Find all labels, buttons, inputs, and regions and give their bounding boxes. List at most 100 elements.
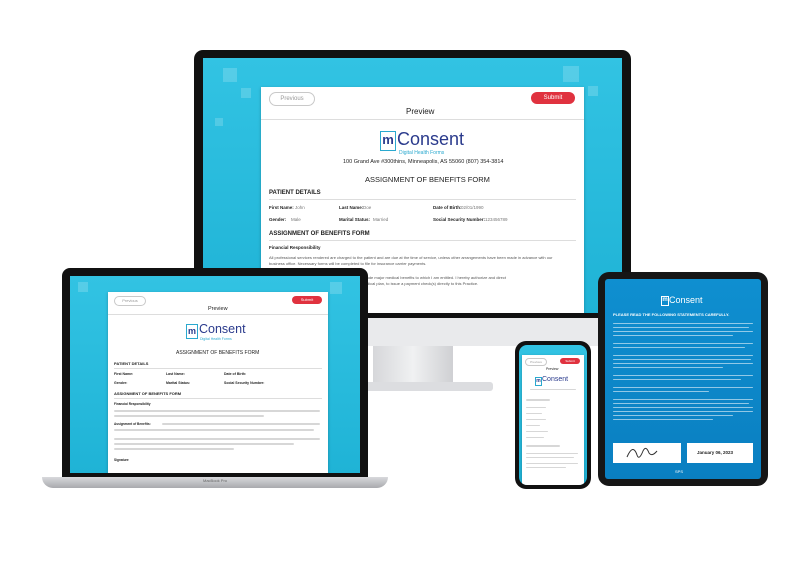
submit-button[interactable]: Submit: [531, 92, 575, 104]
divider: [114, 368, 322, 369]
preview-title: Preview: [406, 107, 435, 116]
text-line: [613, 419, 713, 420]
monitor-stand: [373, 346, 453, 382]
text-line: [114, 429, 314, 431]
divider: [269, 199, 576, 200]
previous-button[interactable]: Previous: [114, 296, 146, 306]
logo-text: Consent: [542, 376, 569, 383]
text-line: [526, 431, 548, 432]
logo-tagline: Digital Health Forms: [399, 150, 445, 156]
text-line: [114, 443, 294, 445]
preview-title: Preview: [208, 306, 228, 312]
previous-button[interactable]: Previous: [525, 358, 547, 366]
divider: [269, 240, 576, 241]
laptop-screen: Previous Submit Preview m Consent Digita…: [70, 276, 360, 473]
marital-label: Marital Status:: [166, 381, 191, 385]
text-line: [526, 457, 574, 458]
signature-box[interactable]: [613, 443, 681, 463]
text-line: [526, 437, 544, 438]
submit-button[interactable]: Submit: [560, 358, 580, 364]
laptop-brand: MacBook Pro: [202, 478, 227, 483]
text-line: [526, 467, 566, 468]
text-line: [613, 335, 733, 336]
form-title: ASSIGNMENT OF BENEFITS FORM: [176, 350, 260, 356]
text-line: [613, 379, 741, 380]
section-assignment: ASSIGNMENT OF BENEFITS FORM: [114, 391, 182, 396]
last-name-label: Last Name:: [339, 205, 364, 210]
dob-label: Date of Birth:: [224, 372, 247, 376]
text-line: [526, 419, 546, 420]
mconsent-logo-icon: m: [661, 296, 669, 306]
submit-button[interactable]: Submit: [292, 296, 322, 304]
text-line: [526, 425, 540, 426]
financial-heading: Financial Responsibility: [269, 245, 321, 250]
gender-label: Gender:: [269, 217, 287, 222]
text-line: [526, 463, 578, 464]
financial-text: All professional services rendered are c…: [269, 255, 553, 260]
gender-label: Gender:: [114, 381, 128, 385]
dob-value: 02/01/1990: [461, 205, 484, 210]
ssn-label: Social Security Number:: [433, 217, 486, 222]
last-name-label: Last Name:: [166, 372, 185, 376]
logo-text: Consent: [669, 295, 703, 305]
divider: [261, 119, 584, 120]
text-line: [613, 363, 753, 364]
marital-value: Married: [373, 217, 389, 222]
signature-icon: [626, 447, 658, 458]
logo-text: Consent: [397, 129, 465, 149]
mconsent-logo-icon: m: [535, 377, 542, 386]
text-line: [162, 423, 320, 425]
text-line: [526, 453, 578, 454]
address: 100 Grand Ave #300thins, Minneapolis, AS…: [343, 159, 504, 165]
text-line: [613, 367, 723, 368]
previous-button[interactable]: Previous: [269, 92, 315, 106]
text-line: [613, 347, 745, 348]
text-line: [526, 413, 542, 414]
text-line: [613, 399, 753, 400]
mconsent-logo-icon: m: [186, 324, 198, 339]
first-name-label: First Name:: [269, 205, 294, 210]
text-line: [114, 438, 320, 440]
section-assignment: ASSIGNMENT OF BENEFITS FORM: [269, 231, 370, 237]
section-patient-details: PATIENT DETAILS: [269, 190, 321, 196]
last-name-value: Doe: [363, 205, 372, 210]
tablet-heading: PLEASE READ THE FOLLOWING STATEMENTS CAR…: [613, 312, 730, 317]
marital-label: Marital Status:: [339, 217, 371, 222]
financial-text-2: business office. Necessary forms will be…: [269, 261, 427, 266]
text-line: [613, 359, 751, 360]
mconsent-logo-icon: m: [380, 131, 396, 151]
section-patient-details: PATIENT DETAILS: [114, 361, 149, 366]
text-line: [526, 399, 550, 401]
text-line: [613, 415, 733, 416]
financial-heading: Financial Responsibility: [114, 402, 151, 406]
text-line: [613, 375, 753, 376]
tablet-footer-brand: SPS: [675, 469, 684, 474]
text-line: [613, 407, 753, 408]
logo-text: Consent: [199, 322, 246, 336]
gender-value: Male: [291, 217, 301, 222]
text-line: [613, 387, 753, 388]
dob-label: Date of Birth:: [433, 205, 462, 210]
phone-screen: Previous Submit Preview m Consent: [519, 345, 587, 485]
text-line: [526, 445, 560, 447]
text-line: [613, 411, 753, 412]
form-title: ASSIGNMENT OF BENEFITS FORM: [365, 175, 490, 184]
divider: [114, 398, 322, 399]
date-value: January 06, 2023: [697, 450, 734, 455]
text-line: [613, 327, 749, 328]
text-line: [530, 389, 576, 390]
text-line: [613, 343, 753, 344]
text-line: [526, 407, 546, 408]
text-line: [613, 355, 753, 356]
ssn-label: Social Security Number:: [224, 381, 265, 385]
first-name-label: First Name:: [114, 372, 134, 376]
text-line: [613, 331, 753, 332]
text-line: [613, 391, 709, 392]
text-line: [613, 403, 749, 404]
assignment-heading: Assignment of Benefits:: [114, 422, 151, 426]
laptop-form-card: Previous Submit Preview m Consent Digita…: [108, 292, 328, 473]
ssn-value: 123456789: [485, 217, 508, 222]
text-line: [613, 323, 753, 324]
tablet-screen: m Consent PLEASE READ THE FOLLOWING STAT…: [605, 279, 761, 479]
text-line: [114, 448, 234, 450]
